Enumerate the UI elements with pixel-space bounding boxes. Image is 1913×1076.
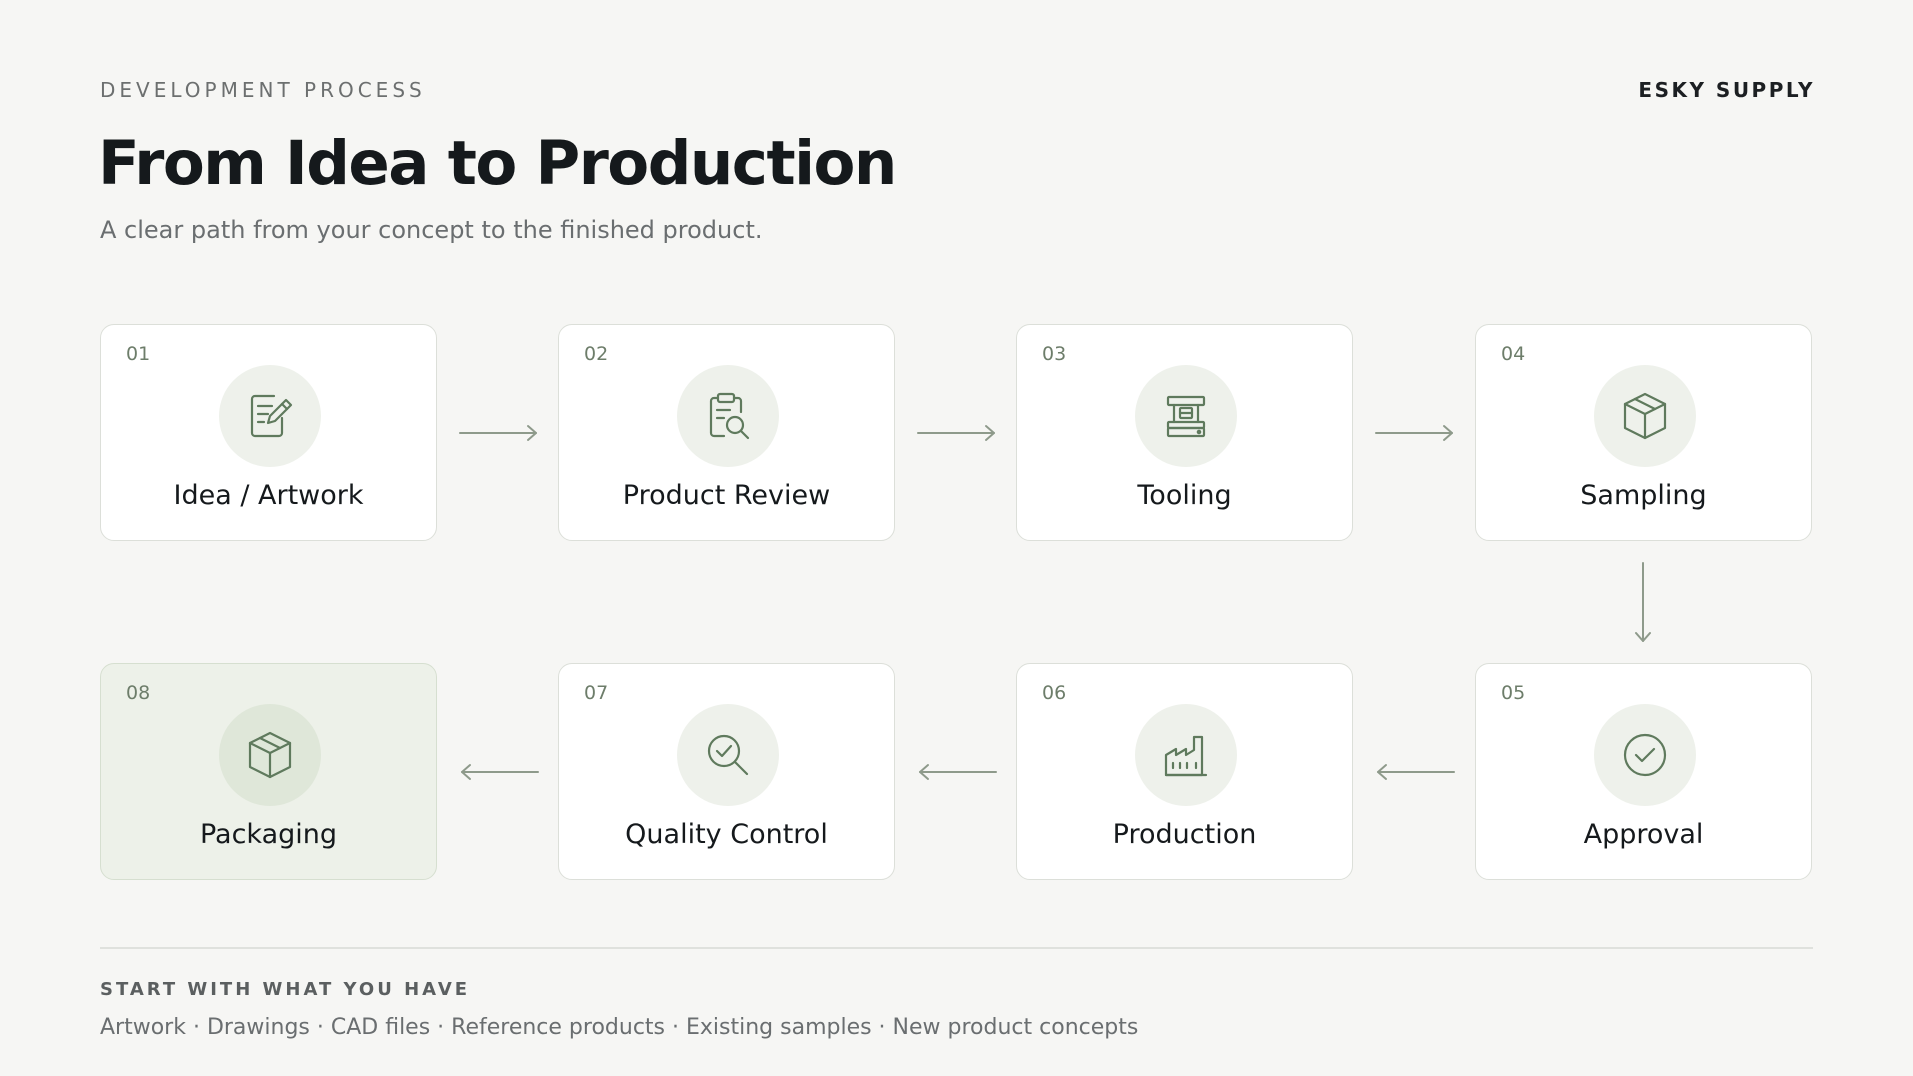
step-number: 05 (1501, 682, 1526, 704)
page-subtitle: A clear path from your concept to the fi… (100, 216, 763, 244)
clipboard-search-icon (709, 392, 750, 440)
arrow-left-icon (461, 764, 539, 780)
search-check-icon (707, 734, 749, 776)
factory-icon (1164, 735, 1208, 777)
step-icon-circle (677, 704, 779, 806)
step-number: 06 (1042, 682, 1067, 704)
step-card-tooling: 03 Tooling (1016, 324, 1353, 541)
step-number: 08 (126, 682, 151, 704)
brand-name: ESKY SUPPLY (1638, 78, 1815, 102)
step-icon-circle (677, 365, 779, 467)
arrow-down-icon (1635, 562, 1651, 642)
step-icon-circle (1594, 704, 1696, 806)
page-title: From Idea to Production (98, 128, 897, 199)
step-card-packaging: 08 Packaging (100, 663, 437, 880)
box-icon (1623, 392, 1667, 440)
step-label: Approval (1583, 819, 1704, 850)
footer-text: Artwork · Drawings · CAD files · Referen… (100, 1015, 1139, 1040)
step-icon-circle (1594, 365, 1696, 467)
step-label: Tooling (1137, 480, 1232, 511)
arrow-left-icon (1377, 764, 1455, 780)
arrow-right-icon (917, 425, 995, 441)
step-card-idea-artwork: 01 Idea / Artwork (100, 324, 437, 541)
tooling-machine-icon (1166, 395, 1206, 438)
step-number: 02 (584, 343, 609, 365)
footer-divider (100, 947, 1813, 949)
step-card-sampling: 04 Sampling (1475, 324, 1812, 541)
step-icon-circle (219, 365, 321, 467)
arrow-right-icon (459, 425, 537, 441)
step-label: Sampling (1580, 480, 1707, 511)
arrow-right-icon (1375, 425, 1453, 441)
step-card-product-review: 02 Product Review (558, 324, 895, 541)
edit-document-icon (250, 394, 293, 438)
step-card-approval: 05 Approval (1475, 663, 1812, 880)
step-icon-circle (219, 704, 321, 806)
step-label: Packaging (199, 819, 338, 850)
step-label: Idea / Artwork (173, 480, 364, 511)
step-number: 03 (1042, 343, 1067, 365)
step-card-production: 06 Production (1016, 663, 1353, 880)
check-circle-icon (1623, 733, 1667, 777)
step-label: Product Review (622, 480, 831, 511)
step-number: 07 (584, 682, 609, 704)
step-number: 01 (126, 343, 151, 365)
arrow-left-icon (919, 764, 997, 780)
step-label: Production (1112, 819, 1257, 850)
footer-title: START WITH WHAT YOU HAVE (100, 979, 471, 1000)
step-icon-circle (1135, 704, 1237, 806)
step-label: Quality Control (625, 819, 828, 850)
eyebrow-label: DEVELOPMENT PROCESS (100, 78, 426, 102)
step-number: 04 (1501, 343, 1526, 365)
package-icon (248, 731, 292, 779)
step-card-quality-control: 07 Quality Control (558, 663, 895, 880)
step-icon-circle (1135, 365, 1237, 467)
